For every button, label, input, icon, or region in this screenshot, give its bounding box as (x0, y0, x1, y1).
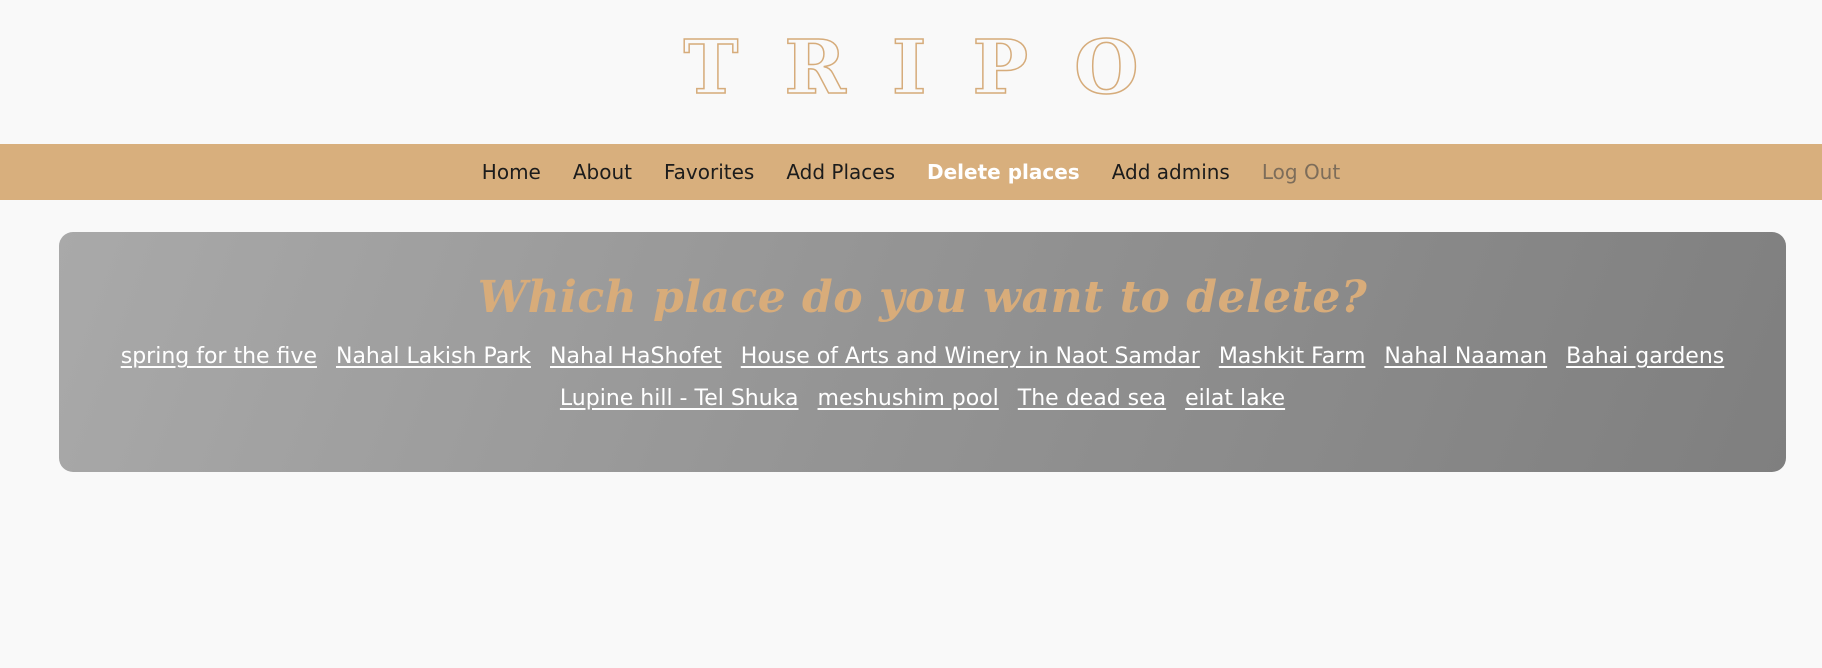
delete-places-panel: Which place do you want to delete? sprin… (59, 232, 1786, 472)
place-link-bahai-gardens[interactable]: Bahai gardens (1566, 344, 1724, 369)
nav-home[interactable]: Home (482, 160, 541, 184)
nav-delete-places[interactable]: Delete places (927, 160, 1080, 184)
place-link-nahal-hashofet[interactable]: Nahal HaShofet (550, 344, 722, 369)
place-link-nahal-naaman[interactable]: Nahal Naaman (1384, 344, 1547, 369)
main-navbar: Home About Favorites Add Places Delete p… (0, 144, 1822, 200)
place-link-lupine-hill[interactable]: Lupine hill - Tel Shuka (560, 386, 799, 411)
nav-favorites[interactable]: Favorites (664, 160, 754, 184)
nav-add-places[interactable]: Add Places (786, 160, 895, 184)
place-link-meshushim-pool[interactable]: meshushim pool (818, 386, 999, 411)
place-link-house-of-arts-and-winery[interactable]: House of Arts and Winery in Naot Samdar (741, 344, 1200, 369)
site-logo[interactable]: TRIPO (637, 30, 1184, 106)
site-header: TRIPO Home About Favorites Add Places De… (0, 0, 1822, 200)
nav-about[interactable]: About (573, 160, 632, 184)
place-link-the-dead-sea[interactable]: The dead sea (1018, 386, 1166, 411)
page-title: Which place do you want to delete? (477, 272, 1368, 323)
nav-add-admins[interactable]: Add admins (1112, 160, 1230, 184)
place-link-mashkit-farm[interactable]: Mashkit Farm (1219, 344, 1366, 369)
logo-container: TRIPO (0, 0, 1822, 144)
place-link-spring-for-the-five[interactable]: spring for the five (121, 344, 317, 369)
place-link-eilat-lake[interactable]: eilat lake (1185, 386, 1285, 411)
place-list: spring for the five Nahal Lakish Park Na… (59, 336, 1786, 420)
nav-log-out[interactable]: Log Out (1262, 160, 1340, 184)
place-link-nahal-lakish-park[interactable]: Nahal Lakish Park (336, 344, 531, 369)
